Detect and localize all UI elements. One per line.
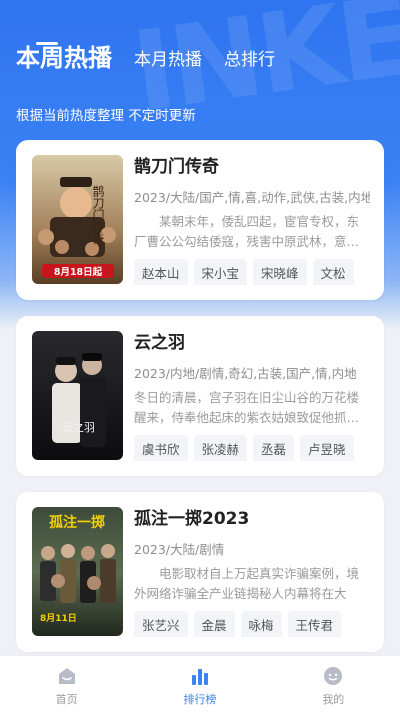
item-description: 冬日的清晨，宫子羽在旧尘山谷的万花楼醒来，侍奉他起床的紫衣姑娘致促他抓…	[134, 390, 360, 425]
poster-release-date: 8月18日起	[54, 266, 103, 278]
tab-weekly[interactable]: 本周热播	[16, 38, 112, 73]
actor-tag[interactable]: 宋晓峰	[253, 259, 307, 285]
item-title: 鹊刀门传奇	[134, 157, 219, 177]
nav-profile[interactable]: 我的	[267, 656, 400, 712]
actor-tag[interactable]: 文松	[312, 259, 354, 285]
poster-image: 孤注一掷 8月11日	[32, 507, 123, 636]
tab-overall[interactable]: 总排行	[224, 45, 275, 73]
nav-ranking[interactable]: 排行榜	[133, 656, 266, 712]
nav-label: 排行榜	[183, 693, 217, 706]
item-meta: 2023/大陆/剧情	[134, 542, 225, 557]
poster-calligraphy: 云之羽	[62, 420, 95, 434]
ranking-list: 鹊刀门传奇 8月18日起 鹊刀门传奇 2023/大陆/国产,情,喜,动作,武侠,…	[16, 140, 384, 668]
list-item[interactable]: 云之羽 云之羽 2023/内地/剧情,奇幻,古装,国产,情,内地 冬日的清晨，宫…	[16, 316, 384, 476]
poster-calligraphy: 鹊刀门传奇	[91, 185, 105, 245]
item-meta: 2023/大陆/国产,情,喜,动作,武侠,古装,内地	[134, 190, 370, 205]
home-icon	[58, 668, 75, 684]
poster-image: 鹊刀门传奇 8月18日起	[32, 155, 123, 284]
actor-tag[interactable]: 张艺兴	[134, 611, 188, 637]
actor-tag[interactable]: 咏梅	[240, 611, 282, 637]
actor-tag[interactable]: 张凌赫	[193, 435, 248, 461]
actor-list: 张艺兴 金晨 咏梅 王传君	[134, 611, 370, 637]
poster-release-date: 8月11日	[40, 613, 77, 624]
actor-tag[interactable]: 宋小宝	[193, 259, 248, 285]
list-item[interactable]: 孤注一掷 8月11日 孤注一掷2023 2023/大陆/剧情 电影取材自上万起真…	[16, 492, 384, 652]
chart-icon	[191, 669, 208, 685]
poster-image: 云之羽	[32, 331, 123, 460]
actor-tag[interactable]: 虞书欣	[134, 435, 188, 461]
actor-tag[interactable]: 金晨	[193, 611, 235, 637]
actor-list: 赵本山 宋小宝 宋晓峰 文松	[134, 259, 370, 285]
item-description: 某朝末年，倭乱四起，宦官专权，东厂曹公公勾结倭寇，残害中原武林，意…	[134, 214, 360, 249]
nav-home[interactable]: 首页	[0, 656, 133, 712]
profile-icon	[324, 667, 343, 685]
nav-label: 首页	[55, 693, 78, 706]
nav-label: 我的	[322, 693, 345, 706]
tab-monthly[interactable]: 本月热播	[134, 45, 202, 73]
page-subtitle: 根据当前热度整理 不定时更新	[16, 108, 196, 124]
item-title: 云之羽	[134, 333, 185, 353]
item-meta: 2023/内地/剧情,奇幻,古装,国产,情,内地	[134, 366, 357, 381]
actor-tag[interactable]: 卢昱晓	[300, 435, 354, 461]
actor-list: 虞书欣 张凌赫 丞磊 卢昱晓	[134, 435, 370, 461]
active-tab-indicator	[36, 42, 58, 45]
actor-tag[interactable]: 赵本山	[134, 259, 188, 285]
item-description: 电影取材自上万起真实诈骗案例，境外网络诈骗全产业链揭秘人内幕将在大银…	[134, 566, 360, 601]
bottom-nav: 首页 排行榜 我的	[0, 655, 400, 712]
list-item[interactable]: 鹊刀门传奇 8月18日起 鹊刀门传奇 2023/大陆/国产,情,喜,动作,武侠,…	[16, 140, 384, 300]
actor-tag[interactable]: 王传君	[287, 611, 342, 637]
actor-tag[interactable]: 丞磊	[253, 435, 295, 461]
poster-calligraphy: 孤注一掷	[49, 514, 105, 531]
item-title: 孤注一掷2023	[134, 509, 250, 529]
